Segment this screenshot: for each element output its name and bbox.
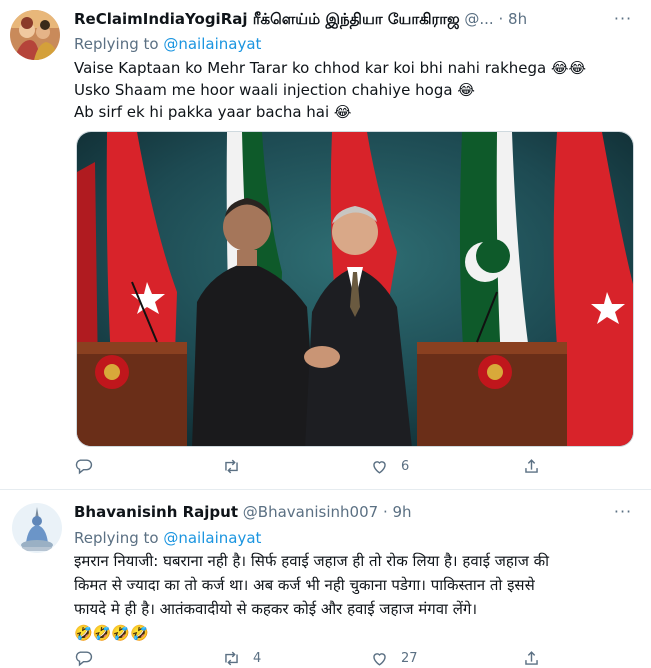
author-handle[interactable]: @Bhavanisinh007 [243, 503, 378, 521]
like-icon [373, 652, 386, 666]
tweet-text-line: इमरान नियाजी: घबराना नही है। सिर्फ हवाई … [74, 552, 549, 570]
like-button[interactable]: 27 [370, 647, 418, 668]
tweet-actions: 4 27 [74, 647, 634, 668]
author-name[interactable]: Bhavanisinh Rajput [74, 503, 238, 521]
tweet-header: Bhavanisinh Rajput @Bhavanisinh007 · 9h [74, 501, 605, 523]
retweet-count: 4 [253, 650, 262, 666]
separator: · [498, 10, 504, 28]
replying-to: Replying to @nailainayat [74, 34, 261, 54]
tweet-text-line: किमत से ज्यादा का तो कर्ज था। अब कर्ज भी… [74, 576, 535, 594]
tweet-actions: 6 [74, 455, 634, 477]
like-count: 27 [401, 650, 418, 666]
reply-icon [75, 458, 93, 474]
tweet-1[interactable]: ReClaimIndiaYogiRaj ரீக்ளெய்ம் இந்தியா ய… [0, 0, 651, 490]
tweet-text-line: फायदे मे ही है। आतंकवादीयो से कहकर कोई औ… [74, 600, 477, 618]
mention-link[interactable]: @nailainayat [163, 35, 261, 53]
share-icon [525, 650, 538, 665]
tweet-text-line: Ab sirf ek hi pakka yaar bacha hai 😂 [74, 103, 352, 121]
avatar[interactable] [10, 10, 60, 60]
tweet-text: Vaise Kaptaan ko Mehr Tarar ko chhod kar… [74, 57, 634, 123]
replying-to: Replying to @nailainayat [74, 528, 261, 548]
reply-icon [75, 650, 93, 666]
mention-link[interactable]: @nailainayat [163, 529, 261, 547]
retweet-icon [225, 651, 238, 665]
more-icon[interactable]: ··· [613, 502, 633, 522]
like-button[interactable]: 6 [370, 455, 409, 477]
share-button[interactable] [522, 455, 541, 477]
replying-prefix: Replying to [74, 35, 159, 53]
reply-button[interactable] [74, 647, 105, 668]
retweet-button[interactable] [222, 455, 253, 477]
like-count: 6 [401, 458, 410, 474]
author-handle[interactable]: @... [464, 10, 493, 28]
tweet-text-line: Usko Shaam me hoor waali injection chahi… [74, 81, 475, 99]
retweet-icon [225, 459, 238, 473]
timestamp[interactable]: 8h [508, 10, 527, 28]
replying-prefix: Replying to [74, 529, 159, 547]
avatar[interactable] [12, 503, 62, 553]
reply-button[interactable] [74, 455, 105, 477]
tweet-header: ReClaimIndiaYogiRaj ரீக்ளெய்ம் இந்தியா ய… [74, 8, 605, 30]
separator: · [382, 503, 388, 521]
timestamp[interactable]: 9h [393, 503, 412, 521]
tweet-2[interactable]: Bhavanisinh Rajput @Bhavanisinh007 · 9h … [0, 490, 651, 668]
tweet-text-line: 🤣🤣🤣🤣 [74, 624, 149, 642]
share-button[interactable] [522, 647, 541, 668]
retweet-button[interactable]: 4 [222, 647, 261, 668]
more-icon[interactable]: ··· [613, 9, 633, 29]
share-icon [525, 458, 538, 473]
tweet-text-line: Vaise Kaptaan ko Mehr Tarar ko chhod kar… [74, 59, 587, 77]
tweet-text: इमरान नियाजी: घबराना नही है। सिर्फ हवाई … [74, 549, 634, 645]
like-icon [373, 460, 386, 474]
author-name[interactable]: ReClaimIndiaYogiRaj ரீக்ளெய்ம் இந்தியா ய… [74, 10, 460, 28]
tweet-photo[interactable] [76, 131, 634, 447]
